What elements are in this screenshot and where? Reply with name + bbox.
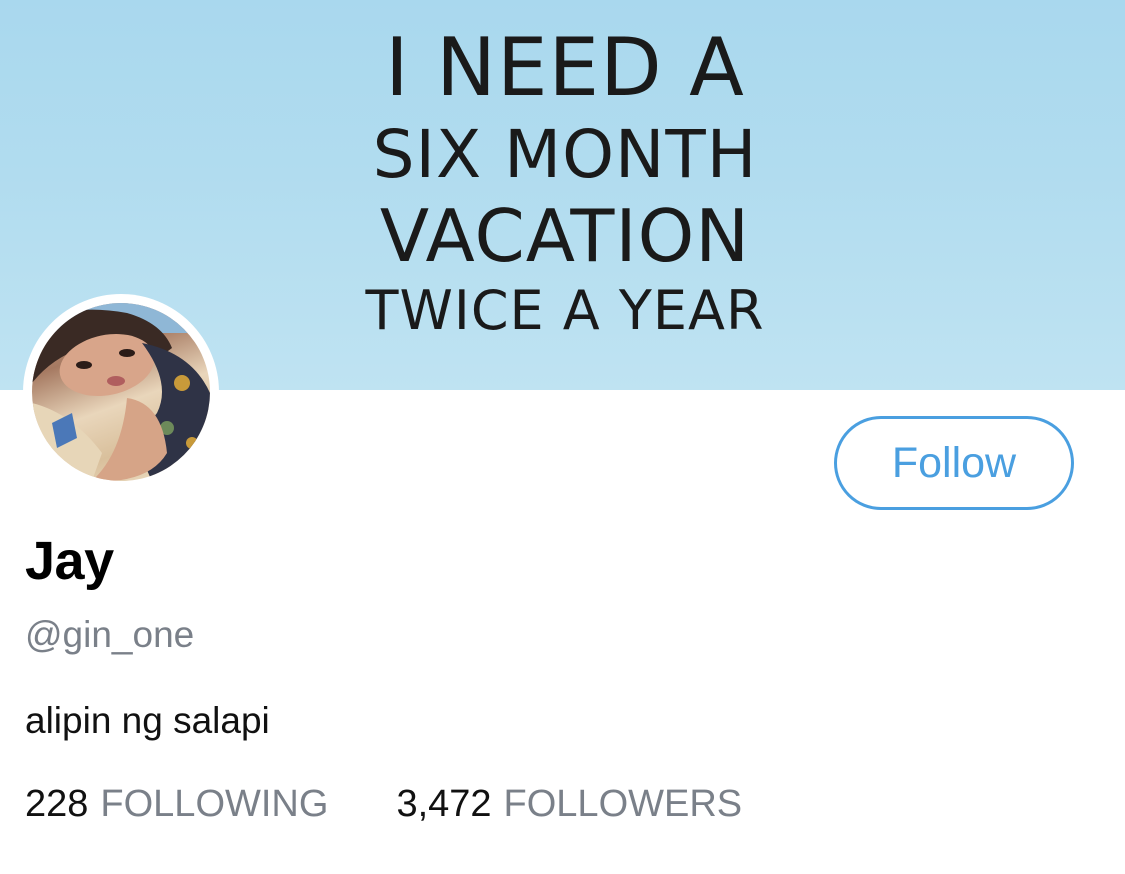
profile-page: I NEED A SIX MONTH VACATION TWICE A YEAR xyxy=(0,0,1125,874)
profile-stats: 228 FOLLOWING 3,472 FOLLOWERS xyxy=(25,783,742,826)
followers-stat[interactable]: 3,472 FOLLOWERS xyxy=(396,783,742,826)
avatar-photo xyxy=(32,303,210,481)
following-count: 228 xyxy=(25,783,89,825)
profile-bio: alipin ng salapi xyxy=(25,700,270,741)
banner-line-3: VACATION xyxy=(379,194,751,278)
following-label: FOLLOWING xyxy=(100,783,329,825)
avatar[interactable] xyxy=(23,294,219,490)
banner-quote: I NEED A SIX MONTH VACATION TWICE A YEAR xyxy=(330,28,800,348)
display-name: Jay xyxy=(25,531,114,591)
banner-line-4: TWICE A YEAR xyxy=(365,279,765,342)
follow-button[interactable]: Follow xyxy=(834,416,1074,510)
banner-line-1: I NEED A xyxy=(385,21,745,114)
following-stat[interactable]: 228 FOLLOWING xyxy=(25,783,328,826)
followers-label: FOLLOWERS xyxy=(503,783,743,825)
followers-count: 3,472 xyxy=(396,783,492,825)
username-handle: @gin_one xyxy=(25,614,195,655)
banner-line-2: SIX MONTH xyxy=(372,116,758,193)
avatar-image-icon xyxy=(32,303,210,481)
